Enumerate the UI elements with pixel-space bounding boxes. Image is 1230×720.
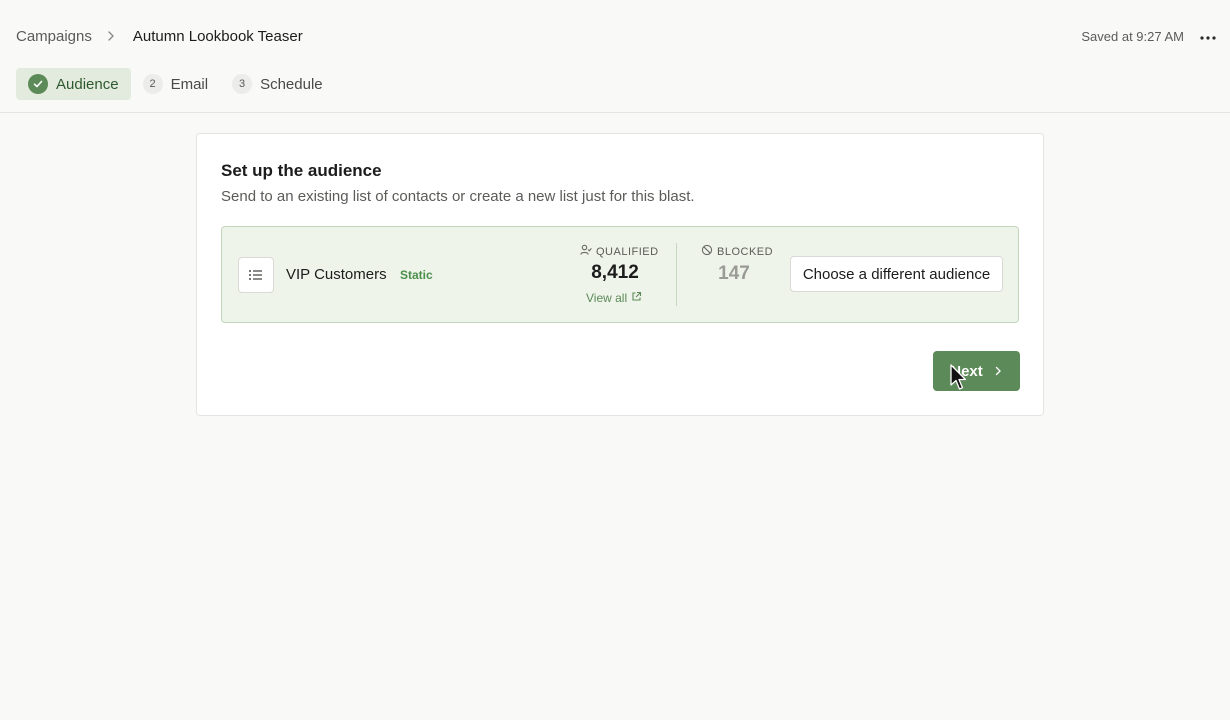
card-title: Set up the audience — [221, 161, 382, 180]
choose-different-audience-button[interactable]: Choose a different audience — [790, 256, 1003, 292]
view-all-link[interactable]: View all — [586, 291, 642, 305]
external-link-icon — [627, 291, 642, 305]
audience-setup-card: Set up the audience Send to an existing … — [196, 133, 1044, 416]
step-label: Email — [170, 75, 209, 93]
step-email[interactable]: 2 Email — [131, 68, 221, 100]
chevron-right-icon — [104, 29, 118, 43]
blocked-stat-label: BLOCKED — [701, 244, 773, 259]
top-bar: Campaigns Autumn Lookbook Teaser Saved a… — [0, 0, 1230, 113]
next-label: Next — [950, 362, 983, 380]
blocked-count: 147 — [718, 263, 750, 284]
view-all-label: View all — [586, 291, 628, 305]
audience-name: VIP Customers — [286, 266, 387, 283]
card-subtitle: Send to an existing list of contacts or … — [221, 188, 695, 205]
next-button[interactable]: Next — [933, 351, 1020, 391]
qualified-label: QUALIFIED — [596, 245, 659, 258]
stat-divider — [676, 243, 677, 306]
blocked-label: BLOCKED — [717, 245, 774, 258]
ellipsis-icon — [1200, 27, 1216, 45]
step-number: 3 — [232, 74, 253, 94]
step-nav: Audience 2 Email 3 Schedule — [16, 68, 335, 100]
audience-type-badge: Static — [400, 268, 433, 282]
step-audience[interactable]: Audience — [16, 68, 131, 100]
breadcrumb-current: Autumn Lookbook Teaser — [132, 27, 303, 45]
step-number: 2 — [142, 74, 163, 94]
person-check-icon — [580, 244, 596, 259]
list-icon — [238, 257, 274, 293]
check-icon — [28, 74, 48, 94]
qualified-count: 8,412 — [591, 262, 639, 283]
step-schedule[interactable]: 3 Schedule — [220, 68, 335, 100]
chevron-right-icon — [983, 363, 1003, 380]
breadcrumb-campaigns-link[interactable]: Campaigns — [16, 28, 92, 45]
more-options-button[interactable] — [1196, 26, 1220, 46]
step-label: Schedule — [260, 75, 323, 93]
qualified-stat-label: QUALIFIED — [580, 244, 659, 259]
step-label: Audience — [56, 75, 119, 93]
selected-audience-panel: VIP Customers Static QUALIFIED 8,412 Vie… — [221, 226, 1019, 323]
saved-status: Saved at 9:27 AM — [1081, 29, 1184, 44]
breadcrumb: Campaigns Autumn Lookbook Teaser — [16, 26, 303, 46]
block-icon — [701, 244, 717, 259]
